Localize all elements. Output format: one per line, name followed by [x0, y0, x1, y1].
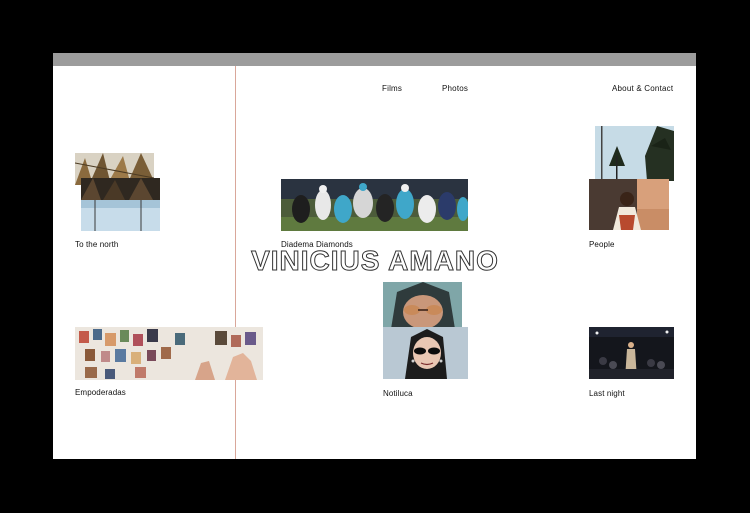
nav-photos-link[interactable]: Photos: [442, 84, 468, 93]
site-title: VINICIUS AMANO: [251, 245, 499, 277]
last-night-label[interactable]: Last night: [589, 389, 625, 398]
window-titlebar: [53, 53, 696, 66]
people-label[interactable]: People: [589, 240, 615, 249]
diadema-diamonds-photo[interactable]: [281, 179, 468, 231]
notiluca-photo-2[interactable]: [383, 327, 468, 379]
notiluca-photo-1[interactable]: [383, 282, 462, 329]
notiluca-label[interactable]: Notiluca: [383, 389, 413, 398]
nav-films-link[interactable]: Films: [382, 84, 402, 93]
browser-window: Films Photos About & Contact To the nort…: [53, 53, 696, 459]
empoderadas-photo[interactable]: [75, 327, 263, 380]
to-the-north-photo-2[interactable]: [81, 178, 160, 231]
to-the-north-label[interactable]: To the north: [75, 240, 118, 249]
people-photo-2[interactable]: [589, 179, 669, 230]
last-night-photo[interactable]: [589, 327, 674, 379]
people-photo-1[interactable]: [595, 126, 674, 181]
empoderadas-label[interactable]: Empoderadas: [75, 388, 126, 397]
nav-about-contact-link[interactable]: About & Contact: [612, 84, 673, 93]
